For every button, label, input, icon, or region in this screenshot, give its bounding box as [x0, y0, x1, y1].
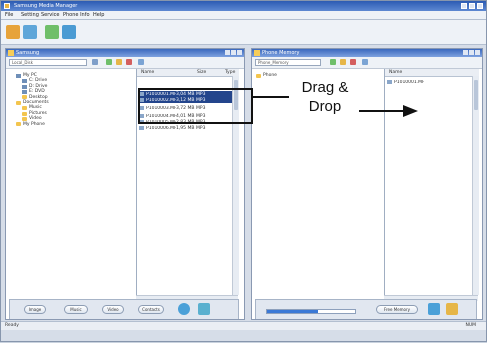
main-toolbar [1, 20, 486, 45]
column-name[interactable]: Name [141, 70, 154, 75]
menu-help[interactable]: Help [93, 12, 104, 18]
refresh-icon[interactable] [178, 303, 190, 315]
right-pane-controls [463, 50, 480, 55]
search-icon[interactable] [45, 25, 59, 39]
transfer-icon[interactable] [198, 303, 210, 315]
column-type[interactable]: Type [225, 70, 235, 75]
file-row[interactable]: P1010006.MP31,95 MBMP3 [139, 125, 235, 131]
menu-bar: File Setting Service Phone Info Help [1, 11, 486, 20]
maximize-icon[interactable] [231, 50, 236, 55]
left-pane-titlebar: Samsung [6, 49, 244, 57]
computer-icon [16, 73, 21, 78]
folder-icon [16, 122, 21, 127]
menu-phone-info[interactable]: Phone Info [63, 12, 90, 18]
callout-line-1: Drag & [301, 79, 349, 96]
close-button[interactable] [477, 3, 483, 9]
music-button[interactable]: Music [64, 305, 88, 314]
minimize-button[interactable] [461, 3, 467, 9]
music-file-icon [139, 126, 144, 130]
connect-icon[interactable] [6, 25, 20, 39]
video-button[interactable]: Video [102, 305, 124, 314]
new-folder-icon[interactable] [330, 59, 336, 65]
free-memory-label: Free Memory [376, 305, 418, 314]
app-icon [4, 3, 10, 9]
file-row[interactable]: P1010001.MP3 [387, 79, 475, 85]
menu-file[interactable]: File [5, 12, 13, 18]
contacts-button[interactable]: Contacts [138, 305, 164, 314]
left-pane-controls [225, 50, 242, 55]
tree-item[interactable]: My Phone [16, 122, 136, 127]
minimize-icon[interactable] [225, 50, 230, 55]
folder-icon [22, 116, 27, 121]
music-file-icon [387, 80, 392, 84]
status-text: Ready [5, 323, 19, 328]
new-folder-icon[interactable] [106, 59, 112, 65]
app-window: Samsung Media Manager File Setting Servi… [0, 0, 487, 342]
folder-icon [256, 73, 261, 78]
sync-icon[interactable] [23, 25, 37, 39]
menu-service[interactable]: Service [41, 12, 59, 18]
right-footer-bar: Free Memory [255, 299, 477, 319]
search-icon[interactable] [92, 59, 98, 65]
vertical-scrollbar[interactable] [472, 76, 479, 295]
phone-icon [254, 50, 260, 56]
view-icon[interactable] [138, 59, 144, 65]
selection-highlight-box [138, 88, 253, 124]
right-list-header: Name [385, 69, 479, 77]
delete-icon[interactable] [350, 59, 356, 65]
memory-progress-bar [266, 309, 356, 314]
left-path-input[interactable]: Local_Disk [9, 59, 87, 66]
folder-icon [16, 100, 21, 105]
left-pane-title: Samsung [16, 50, 40, 56]
folder-icon [22, 106, 27, 111]
left-folder-tree: My PC C: Drive D: Drive E: DVD Desktop D… [16, 73, 136, 127]
right-pane-titlebar: Phone Memory [252, 49, 482, 57]
left-list-header: Name Size Type [137, 69, 239, 77]
drive-icon [22, 84, 27, 89]
column-size[interactable]: Size [197, 70, 206, 75]
folder-icon [8, 50, 14, 56]
image-button[interactable]: Image [24, 305, 46, 314]
left-footer-bar: Image Music Video Contacts [9, 299, 239, 319]
backup-icon[interactable] [62, 25, 76, 39]
status-num: NUM [465, 323, 476, 328]
right-phone-pane: Phone Memory Phone_Memory Phone Name P10… [251, 48, 483, 320]
menu-setting[interactable]: Setting [21, 12, 39, 18]
status-bar: Ready NUM [1, 321, 486, 330]
left-pathbar: Local_Disk [6, 57, 244, 69]
folder-up-icon[interactable] [340, 59, 346, 65]
scroll-thumb[interactable] [474, 80, 478, 110]
drive-icon [22, 89, 27, 94]
folder-up-icon[interactable] [116, 59, 122, 65]
close-icon[interactable] [237, 50, 242, 55]
close-icon[interactable] [475, 50, 480, 55]
callout-line-2: Drop [308, 98, 342, 115]
window-controls [461, 3, 483, 9]
right-file-list: Name P1010001.MP3 [384, 69, 479, 295]
memory-progress-fill [267, 310, 319, 313]
right-path-input[interactable]: Phone_Memory [255, 59, 321, 66]
maximize-icon[interactable] [469, 50, 474, 55]
delete-icon[interactable] [126, 59, 132, 65]
view-icon[interactable] [362, 59, 368, 65]
drive-icon [22, 79, 27, 84]
folder-icon [22, 111, 27, 116]
folder-icon[interactable] [446, 303, 458, 315]
column-name[interactable]: Name [389, 70, 402, 75]
drag-drop-callout: Drag & Drop [290, 75, 360, 133]
folder-icon [22, 95, 27, 100]
minimize-icon[interactable] [463, 50, 468, 55]
right-pane-title: Phone Memory [262, 50, 300, 56]
maximize-button[interactable] [469, 3, 475, 9]
search-icon[interactable] [428, 303, 440, 315]
window-title: Samsung Media Manager [14, 3, 78, 9]
right-pathbar: Phone_Memory [252, 57, 482, 69]
window-titlebar: Samsung Media Manager [1, 1, 486, 11]
